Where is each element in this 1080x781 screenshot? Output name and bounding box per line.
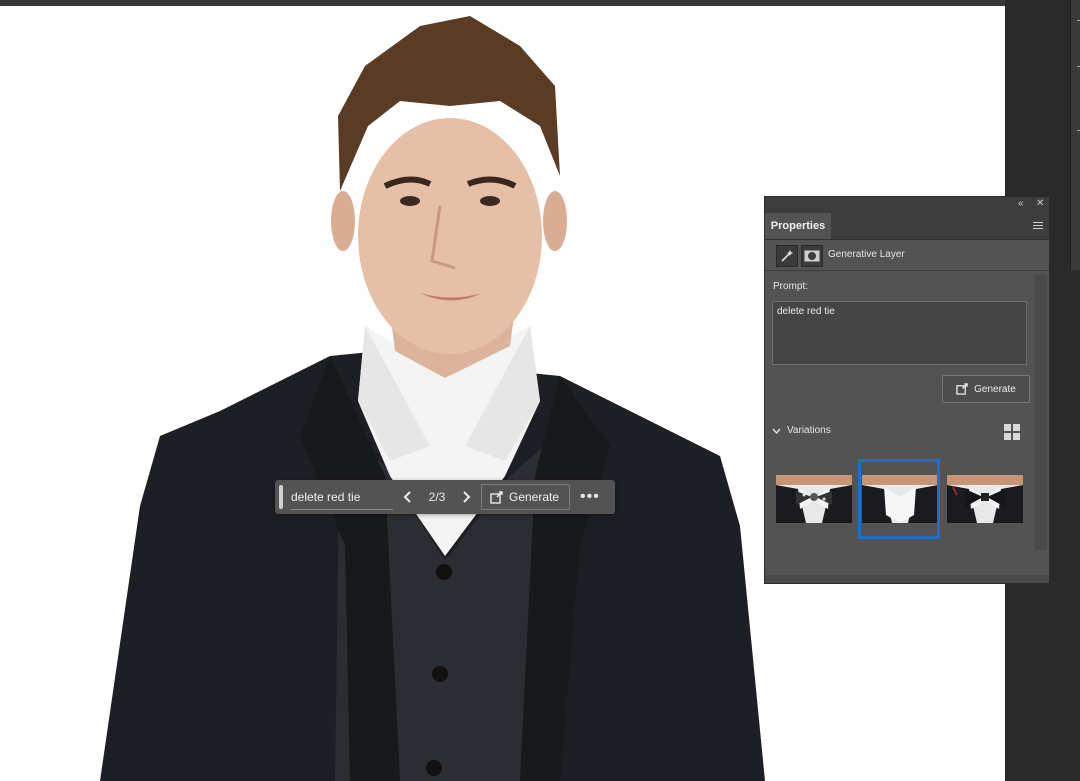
generative-layer-icon[interactable]	[776, 245, 798, 267]
generate-icon	[956, 383, 968, 395]
prompt-textarea[interactable]: delete red tie	[772, 301, 1027, 365]
chevron-left-icon	[403, 491, 411, 503]
collapsed-panel-strip[interactable]	[1070, 0, 1080, 270]
variation-image-bowtie-patterned	[776, 475, 852, 523]
tab-properties[interactable]: Properties	[765, 213, 831, 239]
previous-variation-button[interactable]	[397, 485, 419, 509]
grid-view-icon[interactable]	[1004, 424, 1020, 440]
close-icon[interactable]: ✕	[1036, 198, 1044, 209]
variation-image-bowtie-black	[947, 475, 1023, 523]
variations-header[interactable]: Variations	[772, 425, 831, 436]
selected-variation-outline	[858, 459, 940, 539]
layer-mask-icon[interactable]	[801, 245, 823, 267]
panel-tabs: Properties	[765, 213, 1049, 240]
layer-type-label: Generative Layer	[828, 249, 905, 260]
panel-menu-icon[interactable]	[1033, 222, 1043, 231]
panel-generate-button[interactable]: Generate	[942, 375, 1030, 403]
panel-scrollbar[interactable]	[1035, 275, 1047, 550]
properties-panel: « ✕ Properties Generative Layer Prompt: …	[764, 196, 1050, 584]
prompt-label: Prompt:	[773, 281, 809, 292]
panel-title-bar[interactable]: « ✕	[765, 197, 1049, 213]
variation-thumbnail-3[interactable]	[947, 475, 1023, 523]
panel-generate-label: Generate	[974, 383, 1016, 395]
layer-info-row: Generative Layer	[765, 240, 1049, 271]
prompt-input[interactable]: delete red tie	[291, 485, 393, 510]
more-options-button[interactable]: •••	[580, 488, 600, 506]
collapse-panel-icon[interactable]: «	[1018, 198, 1024, 209]
variations-label: Variations	[787, 425, 831, 436]
generate-icon	[490, 490, 503, 504]
mask-icon	[804, 250, 820, 262]
generate-button[interactable]: Generate	[481, 484, 571, 510]
panel-footer	[765, 575, 1049, 583]
generate-button-label: Generate	[509, 490, 560, 504]
next-variation-button[interactable]	[455, 485, 477, 509]
contextual-taskbar: delete red tie 2/3 Generate •••	[275, 480, 615, 514]
sparkle-icon	[781, 250, 793, 262]
drag-handle[interactable]	[279, 485, 283, 509]
variation-counter: 2/3	[428, 490, 446, 504]
variation-thumbnail-1[interactable]	[776, 475, 852, 523]
chevron-down-icon	[772, 428, 781, 434]
ellipsis-icon: •••	[580, 488, 600, 505]
chevron-right-icon	[463, 491, 471, 503]
